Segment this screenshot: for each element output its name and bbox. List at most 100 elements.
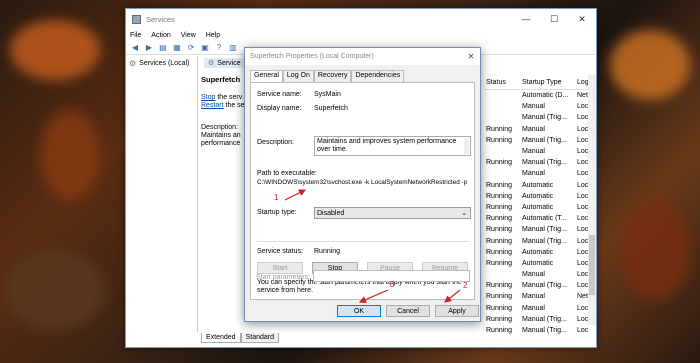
table-row[interactable]: Manual Loc: [484, 269, 596, 280]
minimize-button[interactable]: —: [512, 9, 540, 29]
table-row[interactable]: Running Manual (Trig... Loc: [484, 235, 596, 246]
table-row[interactable]: Running Manual Loc: [484, 303, 596, 314]
menu-file[interactable]: File: [130, 32, 141, 39]
restart-service-link[interactable]: Restart: [201, 102, 224, 109]
tab-standard[interactable]: Standard: [240, 333, 280, 343]
console-tree-icon[interactable]: ▤: [158, 43, 168, 53]
table-row[interactable]: Running Automatic Loc: [484, 202, 596, 213]
menu-action[interactable]: Action: [151, 32, 170, 39]
left-pane: ⚙ Services (Local): [126, 56, 198, 332]
services-app-icon: [132, 14, 141, 24]
general-tab-panel: Service name: SysMain Display name: Supe…: [250, 82, 475, 300]
table-header: Status Startup Type Log: [484, 76, 596, 90]
table-row[interactable]: Manual (Trig... Loc: [484, 112, 596, 123]
tab-recovery[interactable]: Recovery: [313, 70, 352, 82]
table-row[interactable]: Running Manual (Trig... Loc: [484, 280, 596, 291]
table-cell-startup: Automatic: [522, 203, 554, 211]
annotation-number-2: 2: [463, 281, 468, 290]
table-row[interactable]: Manual Loc: [484, 168, 596, 179]
cancel-button[interactable]: Cancel: [386, 305, 430, 317]
table-row[interactable]: Automatic (D... Net: [484, 90, 596, 101]
column-status[interactable]: Status: [484, 79, 520, 86]
table-row[interactable]: Running Manual (Trig... Loc: [484, 325, 596, 336]
table-cell-startup: Manual (Trig...: [522, 136, 567, 144]
table-cell-startup: Automatic (D...: [522, 92, 569, 100]
service-status-value: Running: [314, 248, 341, 255]
column-startup-type[interactable]: Startup Type: [520, 79, 575, 86]
background-blob: [10, 20, 100, 80]
annotation-number-1: 1: [274, 193, 279, 202]
gear-icon: ⚙: [129, 59, 137, 68]
tab-extended[interactable]: Extended: [201, 333, 241, 343]
table-row[interactable]: Running Manual Net: [484, 291, 596, 302]
dialog-tabs: General Log On Recovery Dependencies: [250, 70, 405, 82]
background-blob: [610, 30, 690, 100]
dialog-title: Superfetch Properties (Local Computer): [250, 53, 374, 60]
close-button[interactable]: ✕: [568, 9, 596, 29]
menu-help[interactable]: Help: [206, 32, 220, 39]
background-blob: [5, 250, 105, 330]
tab-general[interactable]: General: [250, 70, 283, 82]
startup-type-label: Startup type:: [257, 209, 297, 216]
show-pane-icon[interactable]: ▥: [228, 43, 238, 53]
table-row[interactable]: Running Automatic Loc: [484, 180, 596, 191]
table-row[interactable]: Running Manual (Trig... Loc: [484, 224, 596, 235]
table-cell-status: Running: [486, 259, 513, 267]
table-cell-status: Running: [486, 248, 513, 256]
description-textbox[interactable]: Maintains and improves system performanc…: [314, 136, 471, 156]
refresh-icon[interactable]: ⟳: [186, 43, 196, 53]
table-row[interactable]: Running Manual (Trig... Loc: [484, 135, 596, 146]
table-cell-startup: Manual: [522, 103, 545, 111]
tab-dependencies[interactable]: Dependencies: [351, 70, 405, 82]
table-cell-status: Running: [486, 125, 513, 133]
properties-dialog: Superfetch Properties (Local Computer) ✕…: [244, 47, 481, 322]
back-arrow-icon[interactable]: ◀: [130, 43, 140, 53]
annotation-number-3: 3: [390, 280, 395, 289]
apply-button[interactable]: Apply: [435, 305, 479, 317]
display-name-value: Superfetch: [314, 105, 348, 112]
table-cell-startup: Manual (Trig...: [522, 114, 567, 122]
scrollbar-thumb[interactable]: [589, 235, 595, 295]
stop-service-text: the serv: [215, 94, 243, 101]
table-cell-status: Running: [486, 237, 513, 245]
stop-service-link[interactable]: Stop: [201, 94, 215, 101]
tree-item-services-local[interactable]: ⚙ Services (Local): [126, 56, 197, 71]
table-row[interactable]: Running Automatic Loc: [484, 258, 596, 269]
table-row[interactable]: Running Automatic Loc: [484, 247, 596, 258]
table-cell-startup: Automatic (T...: [522, 215, 567, 223]
start-button[interactable]: Start: [257, 262, 303, 274]
chevron-down-icon: ⌄: [461, 210, 467, 217]
table-cell-startup: Automatic: [522, 259, 554, 267]
window-title: Services: [146, 14, 175, 24]
description-text: Maintains and improves system performanc…: [317, 138, 457, 153]
window-titlebar[interactable]: Services — ☐ ✕: [126, 9, 596, 29]
table-row[interactable]: Manual Loc: [484, 146, 596, 157]
table-cell-startup: Manual: [522, 271, 545, 279]
help-icon[interactable]: ?: [214, 43, 224, 53]
table-row[interactable]: Running Manual (Trig... Loc: [484, 157, 596, 168]
table-row[interactable]: Manual Loc: [484, 101, 596, 112]
startup-type-value: Disabled: [317, 209, 345, 217]
dialog-close-button[interactable]: ✕: [462, 52, 480, 61]
ok-button[interactable]: OK: [337, 305, 381, 317]
dialog-titlebar[interactable]: Superfetch Properties (Local Computer) ✕: [245, 48, 480, 65]
maximize-button[interactable]: ☐: [540, 9, 568, 29]
description-scrollbar[interactable]: [464, 138, 469, 154]
service-name-label: Service name:: [257, 91, 302, 98]
startup-type-dropdown[interactable]: Disabled ⌄: [314, 207, 471, 219]
restart-service-text: the se: [223, 102, 245, 109]
table-row[interactable]: Running Manual (Trig... Loc: [484, 314, 596, 325]
divider: [257, 241, 469, 242]
tree-item-label: Services (Local): [139, 60, 190, 67]
table-row[interactable]: Running Automatic Loc: [484, 191, 596, 202]
table-row[interactable]: Running Manual Loc: [484, 124, 596, 135]
table-cell-status: Running: [486, 159, 513, 167]
vertical-scrollbar[interactable]: [588, 75, 596, 325]
table-row[interactable]: Running Automatic (T... Loc: [484, 213, 596, 224]
properties-icon[interactable]: ▦: [172, 43, 182, 53]
forward-arrow-icon[interactable]: ▶: [144, 43, 154, 53]
menu-view[interactable]: View: [181, 32, 196, 39]
export-icon[interactable]: ▣: [200, 43, 210, 53]
tab-log-on[interactable]: Log On: [282, 70, 314, 82]
table-cell-status: Running: [486, 136, 513, 144]
